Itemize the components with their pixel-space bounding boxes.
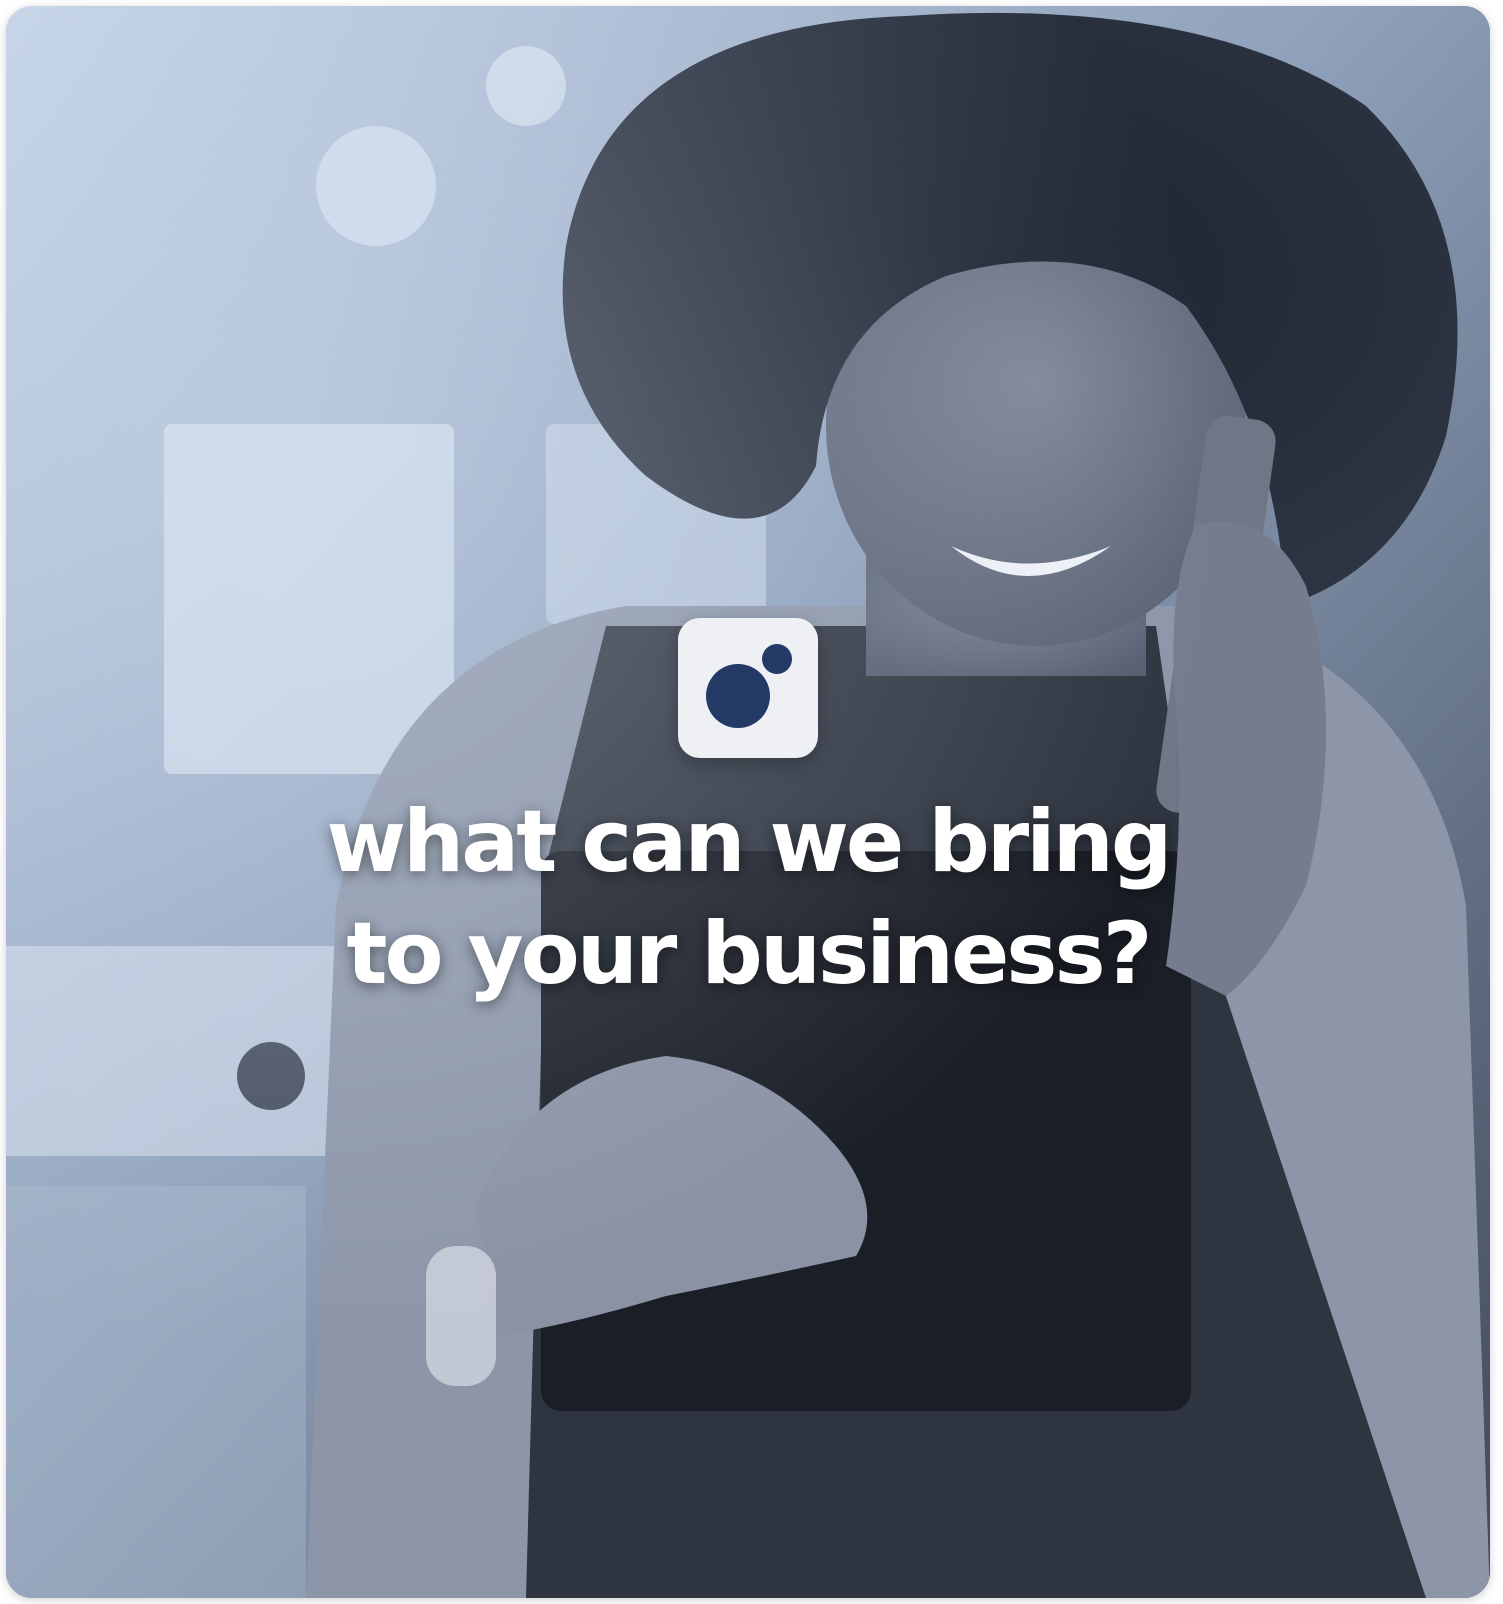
- headline-line-2: to your business?: [346, 904, 1152, 1004]
- logo-large-dot: [706, 664, 770, 728]
- bubbles-logo-icon: [678, 618, 818, 758]
- hero-content: what can we bring to your business?: [6, 618, 1490, 1010]
- headline: what can we bring to your business?: [326, 786, 1173, 1010]
- logo-small-dot: [762, 644, 792, 674]
- headline-line-1: what can we bring: [326, 792, 1173, 892]
- promo-card: what can we bring to your business?: [6, 6, 1490, 1598]
